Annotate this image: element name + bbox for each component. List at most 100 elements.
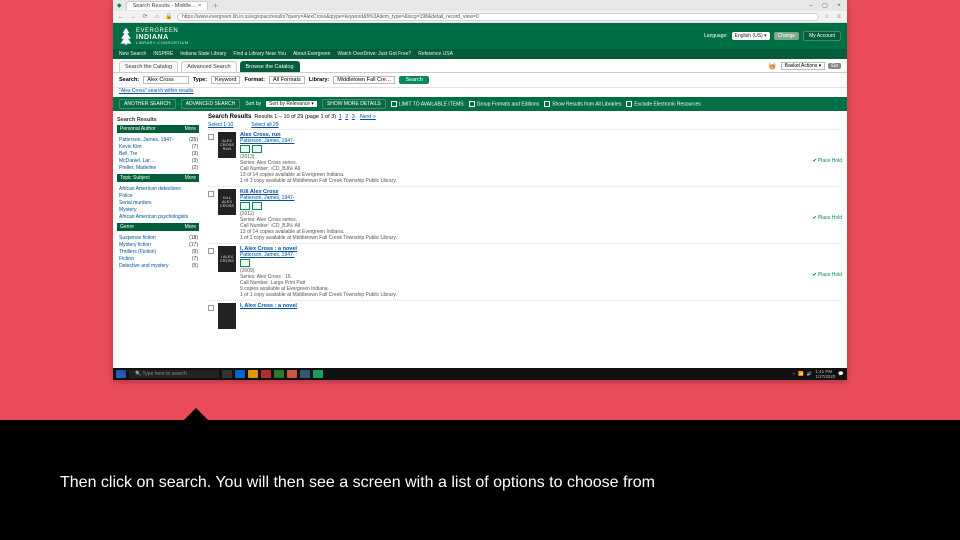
tray-up-icon[interactable]: ^: [793, 372, 795, 377]
nav-home-icon[interactable]: ⌂: [153, 13, 161, 21]
item-checkbox[interactable]: [208, 134, 214, 140]
facet-item[interactable]: Police: [119, 192, 198, 199]
language-select[interactable]: English (US) ▾: [732, 32, 770, 40]
cover-image[interactable]: [218, 303, 236, 329]
facet-item[interactable]: Bell, Tre(3): [119, 150, 198, 157]
all-libraries-checkbox[interactable]: [544, 101, 550, 107]
new-tab-button[interactable]: ＋: [212, 1, 218, 10]
type-select[interactable]: Keyword: [211, 76, 240, 84]
facet-item[interactable]: Suspense fiction(18): [119, 234, 198, 241]
nav-link[interactable]: Indiana State Library: [180, 51, 226, 57]
start-button[interactable]: [116, 370, 126, 378]
facet-item[interactable]: Thrillers (Fiction)(9): [119, 248, 198, 255]
item-checkbox[interactable]: [208, 305, 214, 311]
exclude-electronic-label: Exclude Electronic Resources: [634, 101, 700, 107]
facet-item[interactable]: Fiction(7): [119, 255, 198, 262]
notifications-icon[interactable]: 💬: [838, 371, 844, 377]
result-author[interactable]: Patterson, James, 1947-: [240, 252, 809, 258]
facet-item[interactable]: Kevin Kim(7): [119, 143, 198, 150]
facet-item[interactable]: Preller, Madeline(2): [119, 164, 198, 171]
window-minimize-icon[interactable]: –: [807, 2, 815, 10]
result-avail-local: 1 of 1 copy available at Middletown Fall…: [240, 292, 809, 298]
clock[interactable]: 1:41 PM1/27/2020: [815, 369, 835, 379]
search-input[interactable]: Alex Cross: [143, 76, 189, 84]
site-logo[interactable]: EVERGREEN INDIANA LIBRARY CONSORTIUM: [119, 27, 189, 45]
nav-link[interactable]: New Search: [119, 51, 146, 57]
cover-image[interactable]: I ALEX CROSS: [218, 246, 236, 272]
facet-more-link[interactable]: More: [185, 126, 196, 132]
nav-link[interactable]: Reference USA: [418, 51, 453, 57]
exclude-electronic-checkbox[interactable]: [626, 101, 632, 107]
another-search-button[interactable]: ANOTHER SEARCH: [119, 99, 176, 109]
window-close-icon[interactable]: ×: [835, 2, 843, 10]
taskbar-app-icon[interactable]: [313, 370, 323, 378]
nav-reload-icon[interactable]: ⟳: [141, 13, 149, 21]
facet-more-link[interactable]: More: [185, 175, 196, 181]
taskbar-app-icon[interactable]: [248, 370, 258, 378]
search-button[interactable]: Search: [399, 76, 428, 84]
taskbar-search[interactable]: 🔍 Type here to search: [129, 370, 219, 378]
advanced-search-button[interactable]: ADVANCED SEARCH: [181, 99, 241, 109]
nav-link[interactable]: INSPIRE: [153, 51, 173, 57]
facet-item[interactable]: African American psychologists: [119, 213, 198, 220]
next-link[interactable]: Next »: [360, 114, 376, 120]
limit-available-checkbox[interactable]: [391, 101, 397, 107]
nav-back-icon[interactable]: ←: [117, 13, 125, 21]
taskbar-app-icon[interactable]: [235, 370, 245, 378]
result-author[interactable]: Patterson, James, 1947-: [240, 195, 809, 201]
browser-tab[interactable]: Search Results - Middle… ×: [126, 1, 209, 10]
tray-wifi-icon[interactable]: 📶: [798, 371, 804, 377]
page-link[interactable]: 1: [339, 114, 342, 120]
nav-link[interactable]: About Evergreen: [293, 51, 331, 57]
window-maximize-icon[interactable]: ▢: [821, 2, 829, 10]
select-range-link[interactable]: Select 1-10: [208, 122, 233, 128]
page-link[interactable]: 3: [352, 114, 355, 120]
place-hold-link[interactable]: ✔Place Hold: [813, 252, 842, 298]
library-select[interactable]: Middletown Fall Cre…: [333, 76, 395, 84]
sort-select[interactable]: Sort by Relevance ▾: [266, 101, 317, 107]
result-title[interactable]: I, Alex Cross : a novel: [240, 303, 842, 309]
facet-item[interactable]: Mystery fiction(17): [119, 241, 198, 248]
nav-link[interactable]: Watch OverDrive: Just Got Free?: [337, 51, 411, 57]
show-more-details-button[interactable]: SHOW MORE DETAILS: [322, 99, 386, 109]
facet-item[interactable]: Patterson, James, 1947-(25): [119, 136, 198, 143]
format-select[interactable]: All Formats: [269, 76, 305, 84]
facet-item[interactable]: Detective and mystery(5): [119, 262, 198, 269]
tab-advanced-search[interactable]: Advanced Search: [181, 61, 236, 72]
group-formats-checkbox[interactable]: [469, 101, 475, 107]
result-author[interactable]: Patterson, James, 1947-: [240, 138, 809, 144]
bookmark-icon[interactable]: ☆: [823, 13, 831, 21]
taskbar-app-icon[interactable]: [261, 370, 271, 378]
taskbar-app-icon[interactable]: [287, 370, 297, 378]
item-checkbox[interactable]: [208, 248, 214, 254]
cover-image[interactable]: KILL ALEX CROSS: [218, 189, 236, 215]
my-account-button[interactable]: My Account: [803, 31, 841, 41]
place-hold-link[interactable]: ✔Place Hold: [813, 195, 842, 241]
place-hold-link[interactable]: ✔Place Hold: [813, 138, 842, 184]
tab-close-icon[interactable]: ×: [198, 3, 201, 9]
select-all-link[interactable]: Select all 29: [251, 122, 278, 128]
taskbar-app-icon[interactable]: [274, 370, 284, 378]
facet-item[interactable]: Mystery: [119, 206, 198, 213]
search-within-link[interactable]: "Alex Cross" search within results: [113, 88, 847, 97]
facet-item[interactable]: African American detectives: [119, 185, 198, 192]
page-link[interactable]: 2: [345, 114, 348, 120]
url-field[interactable]: https://www.evergreen.lib.in.us/eg/opac/…: [177, 13, 819, 21]
task-view-icon[interactable]: [222, 370, 232, 378]
menu-icon[interactable]: ≡: [835, 13, 843, 21]
change-language-button[interactable]: Change: [774, 32, 800, 40]
item-checkbox[interactable]: [208, 191, 214, 197]
facet-more-link[interactable]: More: [185, 224, 196, 230]
basket-actions-select[interactable]: Basket Actions ▾: [781, 62, 826, 70]
basket-go-button[interactable]: Go: [828, 63, 841, 69]
facet-item[interactable]: Serial murders: [119, 199, 198, 206]
nav-link[interactable]: Find a Library Near You: [233, 51, 286, 57]
cover-image[interactable]: ALEX CROSS RUN: [218, 132, 236, 158]
nav-forward-icon[interactable]: →: [129, 13, 137, 21]
taskbar-app-icon[interactable]: [300, 370, 310, 378]
tray-sound-icon[interactable]: 🔊: [807, 371, 813, 377]
tab-search-catalog[interactable]: Search the Catalog: [119, 61, 178, 72]
tab-browse-catalog[interactable]: Browse the Catalog: [240, 61, 300, 72]
basket-icon[interactable]: 🧺: [768, 62, 778, 70]
facet-item[interactable]: McDaniel, Lar…(3): [119, 157, 198, 164]
